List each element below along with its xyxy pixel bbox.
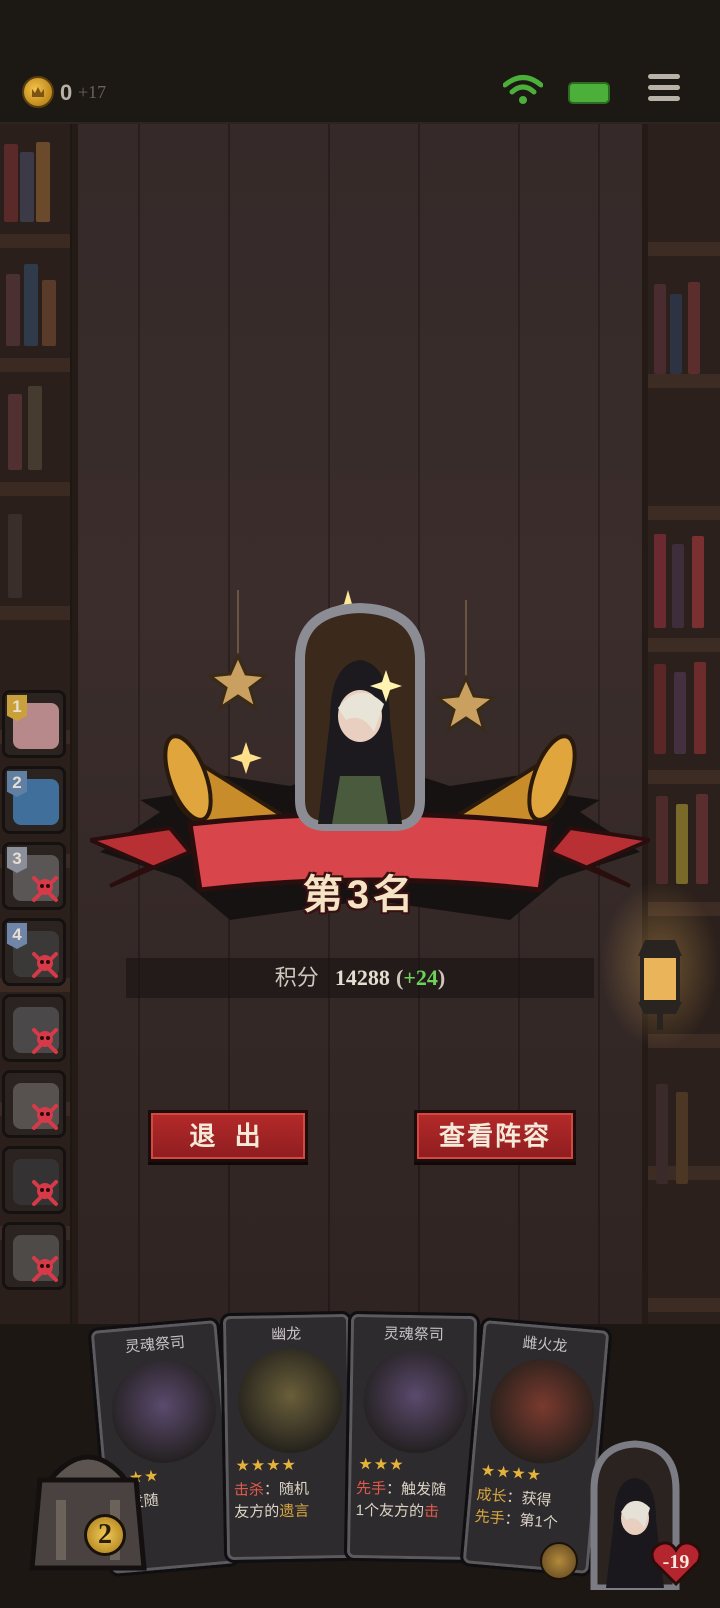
- rank-number: 1: [7, 695, 27, 721]
- right-bookshelf: [648, 124, 720, 1324]
- card-text-part: 成长: [475, 1486, 508, 1506]
- score-value: 14288: [334, 965, 390, 990]
- card-name: 灵魂祭司: [383, 1325, 444, 1344]
- coin-gain: +17: [78, 82, 107, 102]
- card-text-part: ：第1个: [503, 1510, 559, 1533]
- card-text-part: 1个友方的: [355, 1502, 425, 1521]
- player-ranking-list: 1234: [2, 690, 68, 1298]
- health-value: -19: [662, 1551, 690, 1573]
- top-status-bar: 0 +17: [0, 0, 720, 124]
- score-delta: +24: [403, 965, 438, 990]
- rank-slot[interactable]: 4: [2, 918, 66, 986]
- card-name: 幽龙: [271, 1325, 302, 1344]
- card-text-part: ：触发随: [385, 1480, 447, 1499]
- wifi-icon: [503, 75, 543, 104]
- card-text-part: ：随机: [263, 1480, 310, 1499]
- card-text-part: 先手: [473, 1507, 506, 1528]
- rank-number: 2: [7, 771, 27, 797]
- rank-slot[interactable]: 1: [2, 690, 66, 758]
- coin-icon: [22, 76, 54, 108]
- card-ability-text: 击杀：随机友方的遗言: [234, 1478, 351, 1524]
- card-text-part: 友方的: [234, 1503, 280, 1521]
- shield-icon[interactable]: [540, 1542, 578, 1580]
- coin-count: 0: [60, 80, 73, 105]
- chest-count: 2: [84, 1514, 126, 1556]
- rank-slot[interactable]: [2, 1070, 66, 1138]
- battery-icon: [568, 82, 610, 104]
- skull-icon: [32, 1256, 58, 1282]
- card-art: [237, 1348, 344, 1454]
- skull-icon: [32, 952, 58, 978]
- card-text-part: 击杀: [233, 1481, 265, 1499]
- skull-icon: [32, 1028, 58, 1054]
- score-line: 积分 14288 (+24): [126, 958, 594, 998]
- view-lineup-button[interactable]: 查看阵容: [414, 1110, 576, 1162]
- card-art: [362, 1348, 469, 1454]
- card-text-part: 先手: [355, 1480, 387, 1498]
- skull-icon: [32, 1104, 58, 1130]
- score-paren-close: ): [437, 965, 446, 990]
- placement-title: 第3名: [302, 873, 418, 917]
- treasure-chest-icon[interactable]: [26, 1440, 150, 1576]
- rank-slot[interactable]: [2, 1222, 66, 1290]
- card-text-part: 击: [423, 1503, 440, 1521]
- card-ability-text: 先手：触发随 1个友方的击: [356, 1478, 473, 1524]
- card-star-rating: ★★★★: [235, 1456, 298, 1475]
- minion-card[interactable]: 灵魂祭司 ★★★ 先手：触发随 1个友方的击: [343, 1310, 481, 1564]
- rank-slot[interactable]: [2, 994, 66, 1062]
- score-label: 积分: [274, 965, 319, 990]
- rank-number: 4: [7, 923, 27, 949]
- card-text-part: 遗言: [279, 1502, 310, 1521]
- card-ability-text: 成长：获得 先手：第1个: [474, 1484, 593, 1538]
- rank-slot[interactable]: [2, 1146, 66, 1214]
- skull-icon: [32, 1180, 58, 1206]
- card-text-part: ：获得: [505, 1488, 553, 1510]
- menu-icon[interactable]: [648, 74, 680, 104]
- player-portrait: [295, 602, 425, 831]
- card-name: 雌火龙: [521, 1334, 569, 1356]
- rank-slot[interactable]: 2: [2, 766, 66, 834]
- card-name: 灵魂祭司: [124, 1333, 186, 1356]
- minion-card[interactable]: 幽龙 ★★★★ 击杀：随机友方的遗言: [219, 1310, 357, 1564]
- exit-button[interactable]: 退 出: [148, 1110, 308, 1162]
- card-star-rating: ★★★: [358, 1456, 405, 1474]
